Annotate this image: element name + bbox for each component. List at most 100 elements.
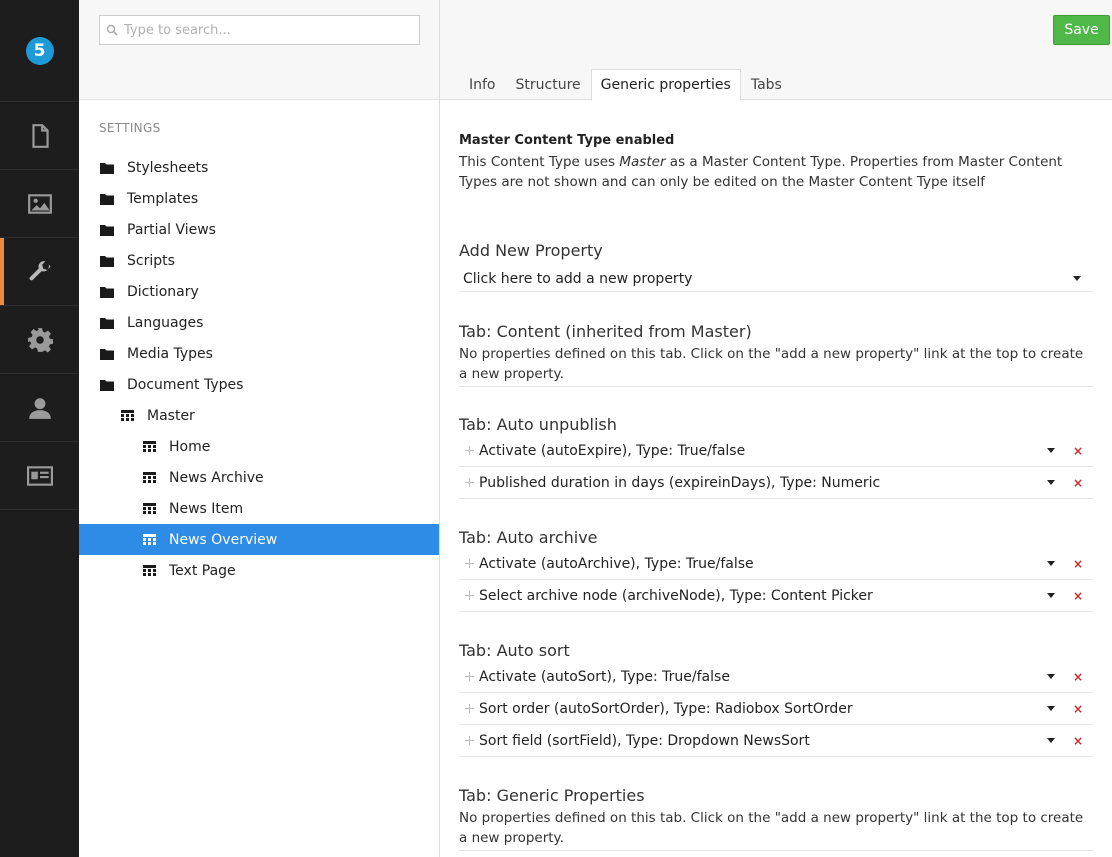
drag-handle-icon[interactable] xyxy=(459,478,479,487)
tree-item-news-item[interactable]: News Item xyxy=(79,493,439,524)
doctype-icon xyxy=(141,470,157,486)
app-navigation: 5 xyxy=(0,0,79,857)
delete-icon[interactable]: × xyxy=(1073,476,1083,490)
folder-icon xyxy=(99,160,115,176)
property-row[interactable]: Activate (autoSort), Type: True/false × xyxy=(459,661,1093,693)
chevron-down-icon[interactable] xyxy=(1047,480,1055,485)
property-row[interactable]: Activate (autoArchive), Type: True/false… xyxy=(459,548,1093,580)
tree-item-label: Scripts xyxy=(127,252,175,269)
master-notice-title: Master Content Type enabled xyxy=(459,133,675,148)
doctype-icon xyxy=(119,408,135,424)
property-row[interactable]: Sort order (autoSortOrder), Type: Radiob… xyxy=(459,693,1093,725)
wrench-icon xyxy=(29,260,51,280)
tree-item-stylesheets[interactable]: Stylesheets xyxy=(79,152,439,183)
tab-tabs[interactable]: Tabs xyxy=(741,69,792,101)
delete-icon[interactable]: × xyxy=(1073,734,1083,748)
chevron-down-icon[interactable] xyxy=(1047,738,1055,743)
editor-header: Save Info Structure Generic properties T… xyxy=(440,0,1112,101)
tree-item-partial-views[interactable]: Partial Views xyxy=(79,214,439,245)
drag-handle-icon[interactable] xyxy=(459,446,479,455)
drag-handle-icon[interactable] xyxy=(459,591,479,600)
property-label: Select archive node (archiveNode), Type:… xyxy=(479,587,873,604)
folder-icon xyxy=(99,377,115,393)
delete-icon[interactable]: × xyxy=(1073,444,1083,458)
tree-item-label: News Item xyxy=(169,500,244,517)
chevron-down-icon xyxy=(1073,276,1081,281)
tab-info[interactable]: Info xyxy=(459,69,506,101)
group-title-content: Tab: Content (inherited from Master) xyxy=(459,322,752,341)
search-input[interactable] xyxy=(124,22,404,38)
tree-panel: SETTINGS Stylesheets Templates Partial V… xyxy=(79,0,440,857)
drag-handle-icon[interactable] xyxy=(459,736,479,745)
drag-handle-icon[interactable] xyxy=(459,672,479,681)
property-row[interactable]: Select archive node (archiveNode), Type:… xyxy=(459,580,1093,612)
nav-media[interactable] xyxy=(0,170,79,238)
folder-icon xyxy=(99,222,115,238)
chevron-down-icon[interactable] xyxy=(1047,448,1055,453)
property-label: Activate (autoExpire), Type: True/false xyxy=(479,442,746,459)
property-label: Activate (autoArchive), Type: True/false xyxy=(479,555,754,572)
folder-icon xyxy=(99,253,115,269)
save-button[interactable]: Save xyxy=(1053,15,1110,45)
master-notice-text: This Content Type uses Master as a Maste… xyxy=(459,152,1093,192)
tree-item-media-types[interactable]: Media Types xyxy=(79,338,439,369)
property-row[interactable]: Activate (autoExpire), Type: True/false × xyxy=(459,435,1093,467)
tree-item-dictionary[interactable]: Dictionary xyxy=(79,276,439,307)
tree-item-text-page[interactable]: Text Page xyxy=(79,555,439,586)
delete-icon[interactable]: × xyxy=(1073,702,1083,716)
notice-text-part: This Content Type uses xyxy=(459,154,620,170)
tree-item-label: Templates xyxy=(127,190,199,207)
tree-item-languages[interactable]: Languages xyxy=(79,307,439,338)
tree-item-document-types[interactable]: Document Types xyxy=(79,369,439,400)
property-label: Activate (autoSort), Type: True/false xyxy=(479,668,730,685)
tree-item-news-archive[interactable]: News Archive xyxy=(79,462,439,493)
folder-icon xyxy=(99,284,115,300)
drag-handle-icon[interactable] xyxy=(459,704,479,713)
tab-generic-properties[interactable]: Generic properties xyxy=(590,69,741,101)
nav-users[interactable] xyxy=(0,374,79,442)
nav-developer[interactable] xyxy=(0,306,79,374)
tree-item-home[interactable]: Home xyxy=(79,431,439,462)
tree-item-label: Home xyxy=(169,438,211,455)
nav-content[interactable] xyxy=(0,102,79,170)
tree-item-scripts[interactable]: Scripts xyxy=(79,245,439,276)
property-label: Sort order (autoSortOrder), Type: Radiob… xyxy=(479,700,853,717)
tree-item-templates[interactable]: Templates xyxy=(79,183,439,214)
folder-icon xyxy=(99,346,115,362)
chevron-down-icon[interactable] xyxy=(1047,706,1055,711)
delete-icon[interactable]: × xyxy=(1073,670,1083,684)
chevron-down-icon[interactable] xyxy=(1047,561,1055,566)
gear-icon xyxy=(27,327,53,352)
doctype-icon xyxy=(141,439,157,455)
chevron-down-icon[interactable] xyxy=(1047,593,1055,598)
tree-item-label: Stylesheets xyxy=(127,159,209,176)
tree-item-news-overview[interactable]: News Overview xyxy=(79,524,439,555)
tree-item-label: Master xyxy=(147,407,195,424)
add-property-title: Add New Property xyxy=(459,241,603,260)
tree-item-master[interactable]: Master xyxy=(79,400,439,431)
tree-item-label: Partial Views xyxy=(127,221,216,238)
doctype-icon xyxy=(141,532,157,548)
empty-tab-message: No properties defined on this tab. Click… xyxy=(459,808,1093,851)
delete-icon[interactable]: × xyxy=(1073,557,1083,571)
tree-item-label: News Overview xyxy=(169,531,278,548)
property-row[interactable]: Published duration in days (expireinDays… xyxy=(459,467,1093,499)
search-box[interactable] xyxy=(99,15,420,45)
property-row[interactable]: Sort field (sortField), Type: Dropdown N… xyxy=(459,725,1093,757)
id-card-icon xyxy=(26,465,53,486)
notice-master-name: Master xyxy=(619,154,666,170)
group-title-generic-properties: Tab: Generic Properties xyxy=(459,786,645,805)
tree-item-label: Dictionary xyxy=(127,283,199,300)
tab-structure[interactable]: Structure xyxy=(506,69,591,101)
nav-members[interactable] xyxy=(0,442,79,510)
logo-area: 5 xyxy=(0,0,79,102)
group-title-auto-sort: Tab: Auto sort xyxy=(459,641,570,660)
delete-icon[interactable]: × xyxy=(1073,589,1083,603)
document-icon xyxy=(31,123,49,148)
add-property-select[interactable]: Click here to add a new property xyxy=(459,266,1093,292)
image-icon xyxy=(27,193,52,214)
umbraco-logo[interactable]: 5 xyxy=(25,36,54,65)
chevron-down-icon[interactable] xyxy=(1047,674,1055,679)
nav-settings[interactable] xyxy=(0,238,79,306)
drag-handle-icon[interactable] xyxy=(459,559,479,568)
